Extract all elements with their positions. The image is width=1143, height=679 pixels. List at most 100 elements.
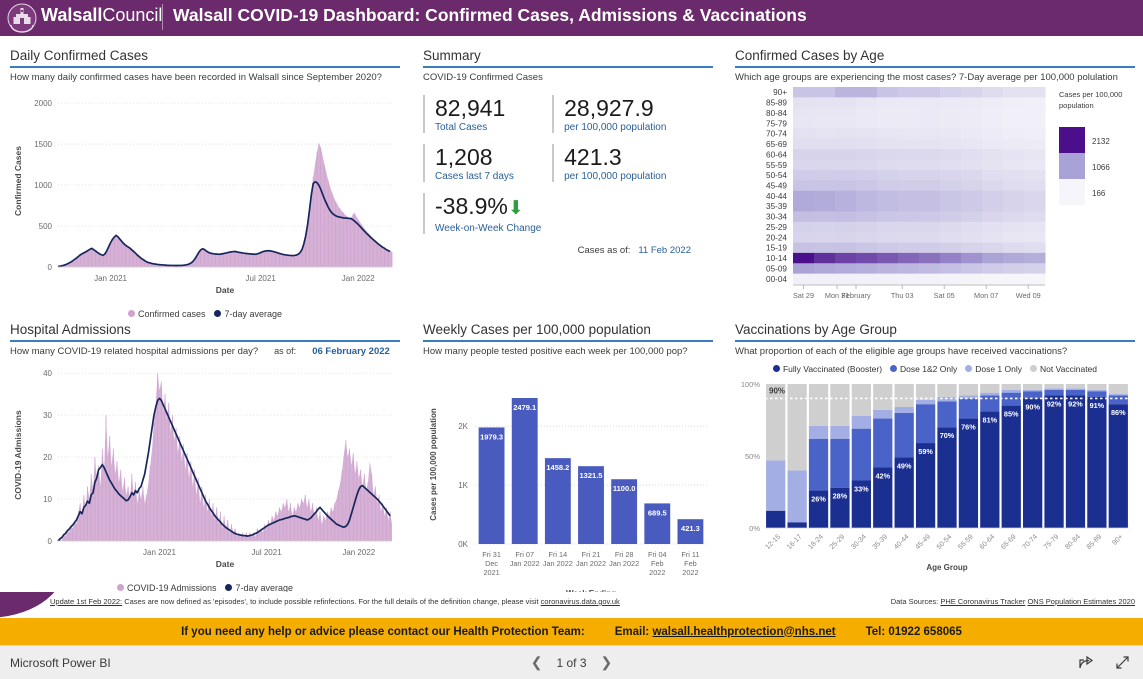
daily-cases-title: Daily Confirmed Cases <box>10 48 149 63</box>
legend-label-not-vaccinated: Not Vaccinated <box>1040 363 1098 374</box>
update-note-link[interactable]: Update 1st Feb 2022: <box>50 597 122 606</box>
weekly-cases-rule <box>423 340 713 342</box>
source-link-ons[interactable]: ONS Population Estimates 2020 <box>1027 597 1135 606</box>
svg-text:86%: 86% <box>1111 408 1126 417</box>
svg-text:90+: 90+ <box>1111 533 1124 546</box>
svg-text:75-79: 75-79 <box>766 119 787 128</box>
svg-text:10: 10 <box>43 495 52 504</box>
kpi-last7-per-100k[interactable]: 421.3 per 100,000 population <box>552 143 713 182</box>
legend-swatch-covid-admissions <box>116 584 124 592</box>
legend-item-confirmed-cases[interactable]: Confirmed cases <box>127 308 206 319</box>
svg-text:26%: 26% <box>811 494 826 503</box>
svg-text:50-54: 50-54 <box>936 533 954 551</box>
svg-text:Wed 09: Wed 09 <box>1016 291 1041 300</box>
svg-text:Fri 07: Fri 07 <box>515 550 534 559</box>
legend-label-confirmed-cases: Confirmed cases <box>137 308 206 319</box>
svg-text:30-34: 30-34 <box>766 212 787 221</box>
svg-text:Jul 2021: Jul 2021 <box>251 548 282 557</box>
chevron-right-icon[interactable]: ❯ <box>601 654 613 671</box>
svg-text:2132: 2132 <box>1092 137 1110 146</box>
cases-by-age-heatmap[interactable]: 90+85-89 80-8475-7970-74 65-6960-6455-59 50… <box>735 83 1135 308</box>
cases-by-age-subtitle: Which age groups are experiencing the mo… <box>735 71 1118 83</box>
svg-text:Jan 2022: Jan 2022 <box>342 274 375 283</box>
share-icon[interactable] <box>1077 654 1094 671</box>
kpi-total-cases[interactable]: 82,941 Total Cases <box>423 94 552 133</box>
hospital-asof-value: 06 February 2022 <box>312 345 390 357</box>
svg-text:16-17: 16-17 <box>786 533 804 551</box>
header-curve-decoration <box>1033 24 1143 36</box>
coronavirus-data-link[interactable]: coronavirus.data.gov.uk <box>541 597 620 606</box>
svg-text:80-84: 80-84 <box>1064 533 1082 551</box>
svg-text:Fri 04: Fri 04 <box>648 550 667 559</box>
svg-text:Date: Date <box>216 285 235 295</box>
summary-rule <box>423 66 713 68</box>
cases-by-age-rule <box>735 66 1135 68</box>
svg-text:70-74: 70-74 <box>766 129 787 138</box>
svg-text:Fri 28: Fri 28 <box>615 550 634 559</box>
svg-text:100%: 100% <box>741 380 761 389</box>
svg-text:Fri 11: Fri 11 <box>681 550 699 559</box>
svg-text:55-59: 55-59 <box>766 160 787 169</box>
svg-text:1979.3: 1979.3 <box>480 432 503 441</box>
svg-text:92%: 92% <box>1068 399 1083 408</box>
kpi-total-per-100k[interactable]: 28,927.9 per 100,000 population <box>552 94 713 133</box>
legend-label-7day-average: 7-day average <box>224 308 283 319</box>
svg-text:40: 40 <box>43 369 52 378</box>
svg-text:Jan 2022: Jan 2022 <box>342 548 375 557</box>
legend-swatch-fully-vaccinated <box>772 365 780 373</box>
svg-text:2000: 2000 <box>34 99 52 108</box>
legend-swatch-7day-average <box>214 310 222 318</box>
svg-text:2479.1: 2479.1 <box>513 403 536 412</box>
svg-text:1500: 1500 <box>34 140 52 149</box>
legend-label-dose-1-2-only: Dose 1&2 Only <box>900 363 958 374</box>
walsall-council-crest-icon <box>7 3 37 33</box>
contact-email-link[interactable]: walsall.healthprotection@nhs.net <box>652 626 835 638</box>
svg-text:500: 500 <box>39 222 53 231</box>
svg-text:Date: Date <box>216 559 235 569</box>
svg-text:Sat 05: Sat 05 <box>934 291 955 300</box>
svg-text:40-44: 40-44 <box>766 191 787 200</box>
svg-text:49%: 49% <box>897 461 912 470</box>
source-link-phe[interactable]: PHE Coronavirus Tracker <box>940 597 1025 606</box>
legend-item-dose-1-2-only[interactable]: Dose 1&2 Only <box>890 364 957 374</box>
hospital-admissions-title: Hospital Admissions <box>10 322 131 337</box>
svg-text:Jan 2022: Jan 2022 <box>576 559 606 568</box>
vaccinations-chart[interactable]: 0% 50% 100% 12-15 16-17 26% 18-24 28% 25-29 33% 30… <box>735 376 1135 574</box>
summary-kpi-grid: 82,941 Total Cases 28,927.9 per 100,000 … <box>423 94 713 234</box>
data-sources-label: Data Sources: <box>890 597 939 606</box>
svg-text:33%: 33% <box>854 484 869 493</box>
svg-text:40-44: 40-44 <box>893 533 911 551</box>
kpi-week-on-week-change[interactable]: -38.9%⬇ Week-on-Week Change <box>423 192 553 234</box>
vaccinations-legend: Fully Vaccinated (Booster) Dose 1&2 Only… <box>735 364 1135 374</box>
legend-item-fully-vaccinated[interactable]: Fully Vaccinated (Booster) <box>772 363 883 374</box>
svg-text:45-49: 45-49 <box>766 181 787 190</box>
svg-text:15-19: 15-19 <box>766 243 787 252</box>
kpi-last7-per-100k-label: per 100,000 population <box>564 170 667 182</box>
legend-swatch-confirmed-cases <box>127 310 135 318</box>
svg-text:2021: 2021 <box>483 568 499 577</box>
hospital-admissions-chart[interactable]: 0 10 20 30 40 Jan 2021 Jul 2021 Jan 2022 Date COV… <box>10 357 400 577</box>
hospital-asof-label: as of: <box>274 345 297 356</box>
svg-text:65-69: 65-69 <box>1000 533 1018 551</box>
fullscreen-icon[interactable] <box>1114 654 1131 671</box>
svg-text:1000: 1000 <box>34 181 52 190</box>
chevron-left-icon[interactable]: ❮ <box>531 654 543 671</box>
panel-vaccinations-by-age: Vaccinations by Age Group What proportio… <box>735 322 1135 579</box>
daily-cases-legend: Confirmed cases 7-day average <box>10 309 400 319</box>
daily-cases-chart[interactable]: 0 500 1000 1500 2000 Jan 2021 Jul 2021 Jan 2022… <box>10 83 400 303</box>
legend-item-not-vaccinated[interactable]: Not Vaccinated <box>1030 364 1097 374</box>
svg-text:28%: 28% <box>833 491 848 500</box>
legend-item-7day-average[interactable]: 7-day average <box>214 309 282 319</box>
svg-text:Jan 2021: Jan 2021 <box>94 274 127 283</box>
legend-item-dose-1-only[interactable]: Dose 1 Only <box>965 364 1022 374</box>
legend-label-fully-vaccinated: Fully Vaccinated (Booster) <box>782 363 883 374</box>
update-note: Update 1st Feb 2022: Cases are now defin… <box>50 597 620 606</box>
svg-text:Jan 2021: Jan 2021 <box>143 548 176 557</box>
svg-text:00-04: 00-04 <box>766 274 787 283</box>
kpi-cases-last-7-days[interactable]: 1,208 Cases last 7 days <box>423 143 552 182</box>
panel-hospital-admissions: Hospital Admissions How many COVID-19 re… <box>10 322 400 593</box>
summary-kpi-row-last7: 1,208 Cases last 7 days 421.3 per 100,00… <box>423 143 713 182</box>
svg-text:2K: 2K <box>458 422 468 431</box>
svg-text:Fri 31: Fri 31 <box>482 550 501 559</box>
weekly-cases-chart[interactable]: 0K1K2K1979.3Fri 31Dec20212479.1Fri 07Jan… <box>423 357 713 602</box>
